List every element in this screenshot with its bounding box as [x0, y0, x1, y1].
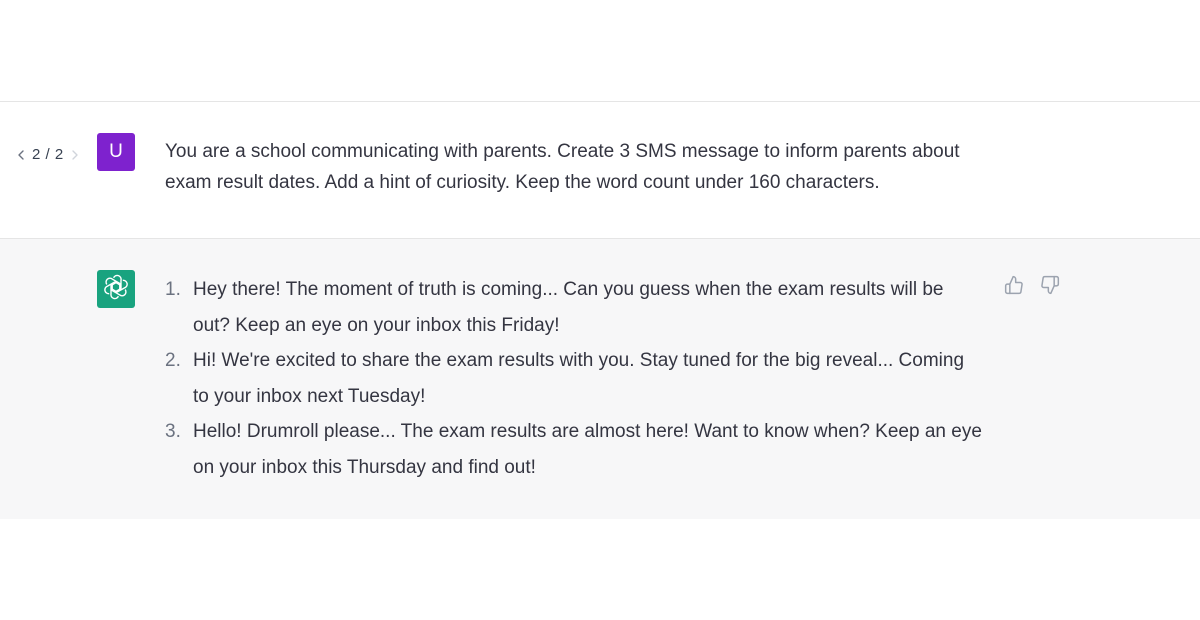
- thumbs-down-icon[interactable]: [1039, 274, 1061, 296]
- thumbs-up-icon[interactable]: [1003, 274, 1025, 296]
- assistant-avatar: [97, 270, 135, 308]
- chevron-right-icon[interactable]: [68, 148, 82, 162]
- list-item-number: 1.: [165, 279, 181, 300]
- user-message-text: You are a school communicating with pare…: [165, 141, 960, 193]
- list-item: 2. Hi! We're excited to share the exam r…: [165, 343, 985, 414]
- list-item-number: 3.: [165, 421, 181, 442]
- user-avatar: U: [97, 133, 135, 171]
- list-item-text: Hi! We're excited to share the exam resu…: [193, 350, 965, 407]
- chevron-left-icon[interactable]: [14, 148, 28, 162]
- openai-logo-icon: [103, 274, 129, 305]
- list-item-text: Hello! Drumroll please... The exam resul…: [193, 421, 982, 478]
- pager-count: 2 / 2: [32, 146, 64, 163]
- list-item-number: 2.: [165, 350, 181, 371]
- answer-list: 1. Hey there! The moment of truth is com…: [165, 272, 985, 485]
- user-avatar-letter: U: [109, 141, 123, 162]
- response-pager: 2 / 2: [14, 146, 82, 163]
- assistant-message-block: 1. Hey there! The moment of truth is com…: [0, 238, 1200, 519]
- chat-page: 2 / 2 U You are a school communicating w…: [0, 0, 1200, 620]
- list-item-text: Hey there! The moment of truth is coming…: [193, 279, 944, 336]
- list-item: 3. Hello! Drumroll please... The exam re…: [165, 414, 985, 485]
- feedback-buttons: [1003, 274, 1061, 296]
- list-item: 1. Hey there! The moment of truth is com…: [165, 272, 985, 343]
- user-message-block: 2 / 2 U You are a school communicating w…: [0, 101, 1200, 239]
